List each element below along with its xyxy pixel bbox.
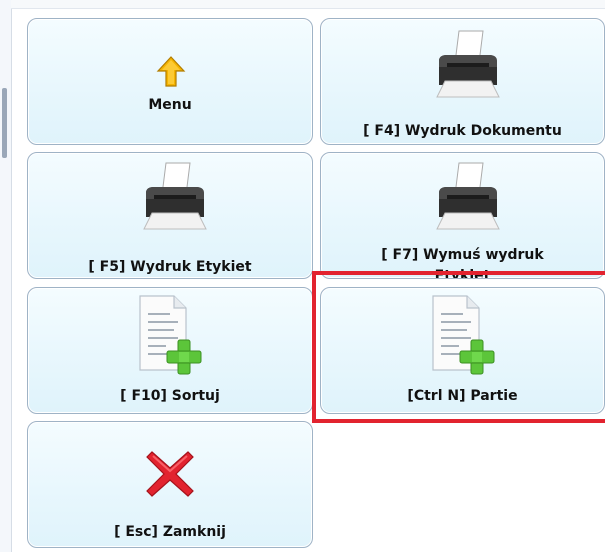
arrow-up-icon	[156, 56, 186, 87]
left-panel-strip	[0, 0, 12, 552]
printer-icon	[436, 162, 500, 230]
sort-button[interactable]: [ F10] Sortuj	[27, 287, 313, 414]
print-document-button[interactable]: [ F4] Wydruk Dokumentu	[320, 18, 605, 145]
printer-icon	[143, 162, 207, 230]
close-x-icon	[146, 451, 194, 497]
menu-button[interactable]: Menu	[27, 18, 313, 145]
top-border	[11, 0, 605, 9]
scroll-marker	[2, 88, 7, 158]
document-add-icon	[139, 295, 202, 375]
close-button[interactable]: [ Esc] Zamknij	[27, 421, 313, 548]
sort-label: [ F10] Sortuj	[120, 388, 220, 404]
batches-label: [Ctrl N] Partie	[407, 388, 518, 404]
batches-button[interactable]: [Ctrl N] Partie	[320, 287, 605, 414]
force-print-labels-label-line2: Etykiet	[434, 268, 491, 279]
print-labels-button[interactable]: [ F5] Wydruk Etykiet	[27, 152, 313, 279]
force-print-labels-label: [ F7] Wymuś wydruk	[381, 247, 544, 263]
force-print-labels-button[interactable]: [ F7] Wymuś wydruk Etykiet	[320, 152, 605, 279]
print-document-label: [ F4] Wydruk Dokumentu	[363, 123, 562, 139]
menu-label: Menu	[148, 97, 192, 113]
print-labels-label: [ F5] Wydruk Etykiet	[88, 259, 252, 275]
document-add-icon	[432, 295, 495, 375]
printer-icon	[436, 30, 500, 98]
close-label: [ Esc] Zamknij	[114, 524, 226, 540]
